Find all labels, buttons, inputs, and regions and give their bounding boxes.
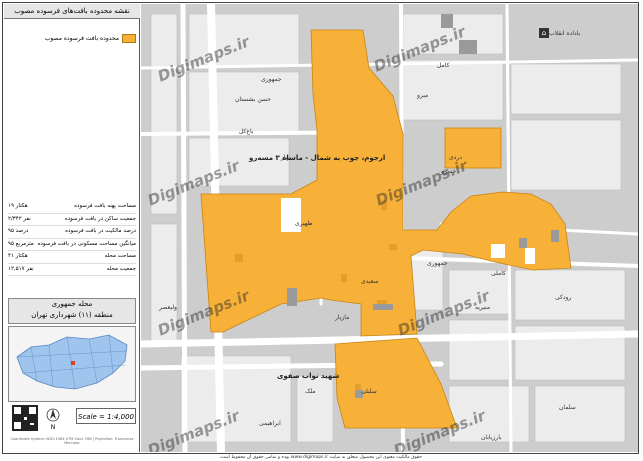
stats-label: مساحت محله	[104, 253, 136, 259]
street-label: باغ‌کل	[239, 128, 254, 135]
neighborhood-name: محله جمهوری	[51, 300, 93, 308]
inset-map-svg	[16, 334, 128, 390]
stats-row: ۹۵ درصد درصد مالکیت در بافت فرسوده	[8, 226, 136, 239]
stats-row: ۴۱ هکتار مساحت محله	[8, 251, 136, 264]
street-label: بارزیابان	[481, 434, 502, 441]
street-label: کامل	[437, 62, 450, 69]
stats-row: ۱۲,۵۱۷ نفر جمعیت محله	[8, 264, 136, 276]
map-canvas[interactable]: ⌂ ارجوم، جوب به شمال - ماساه ۳ مسه‌رو با…	[141, 4, 638, 452]
basemap-svg	[141, 4, 638, 452]
street-label: ابراهیمی	[259, 420, 281, 427]
street-label: ملک	[305, 388, 316, 395]
street-label: سلبلی	[361, 388, 377, 395]
north-label: N	[50, 424, 56, 431]
stats-label: مساحت پهنه بافت فرسوده	[74, 203, 136, 209]
stats-value: ۱۲,۵۱۷ نفر	[8, 265, 34, 272]
stats-row: ۲/۳۴۲ نفر جمعیت ساکن در بافت فرسوده	[8, 214, 136, 226]
stats-label: درصد مالکیت در بافت فرسوده	[65, 228, 136, 234]
stats-label: جمعیت محله	[106, 265, 136, 272]
street-label: سعیدی	[361, 278, 379, 285]
street-label: ولیعصر	[159, 304, 177, 311]
copyright-footer: حقوق مالکیت معنوی این محصول متعلق به سای…	[219, 455, 422, 460]
street-label: جمهوری	[427, 260, 448, 267]
qr-code-icon[interactable]	[12, 405, 38, 431]
legend-swatch	[122, 33, 136, 43]
stats-label: میانگین مساحت مسکونی در بافت فرسوده	[37, 240, 136, 247]
scale-box: Scale = 1:4,000	[76, 408, 136, 424]
locator-marker	[71, 361, 75, 365]
map-marker-icon: ⌂	[539, 28, 549, 38]
legend-label: محدوده بافت فرسوده مصوب	[44, 34, 119, 42]
street-label: حسن بشستان	[235, 96, 271, 103]
street-label: سلمان	[559, 404, 576, 411]
street-label: کاملی	[491, 270, 506, 277]
street-label: ظهیری	[295, 220, 313, 227]
stats-table: ۱۹ هکتار مساحت پهنه بافت فرسوده ۲/۳۴۲ نفر…	[8, 201, 136, 276]
legend-panel: نقشه محدوده بافت‌های فرسوده مصوب محدوده …	[4, 4, 140, 452]
stats-row: ۹۵ مترمربع میانگین مساحت مسکونی در بافت ف…	[8, 239, 136, 251]
street-label: میرو	[417, 92, 429, 99]
street-label: رودکی	[555, 294, 572, 301]
map-title: نقشه محدوده بافت‌های فرسوده مصوب	[4, 4, 140, 19]
stats-label: جمعیت ساکن در بافت فرسوده	[64, 215, 136, 222]
inset-locator-map	[8, 326, 136, 402]
street-label: جمهوری	[261, 76, 282, 83]
street-label: باداده انقلاب	[549, 30, 581, 37]
location-box: محله جمهوری منطقه (۱۱) شهرداری تهران	[8, 298, 136, 324]
district-name: منطقه (۱۱) شهرداری تهران	[31, 311, 113, 319]
street-label: مازیار	[335, 314, 350, 321]
north-arrow-icon: N	[46, 408, 60, 431]
stats-value: ۴۱ هکتار	[8, 253, 28, 259]
stats-value: ۹۵ مترمربع	[8, 240, 34, 247]
coordinate-note: Coordinate System: WGS 1984 UTM Zone 39N…	[10, 437, 134, 445]
street-label: بهار	[281, 154, 291, 161]
stats-value: ۲/۳۴۲ نفر	[8, 215, 31, 222]
stats-value: ۱۹ هکتار	[8, 203, 28, 209]
stats-value: ۹۵ درصد	[8, 228, 29, 234]
legend-entry: محدوده بافت فرسوده مصوب	[8, 32, 136, 44]
map-callout: ارجوم، جوب به شمال - ماساه ۳ مسه‌رو	[249, 154, 386, 162]
street-label: شهید نواب صفوی	[277, 372, 340, 380]
stats-row: ۱۹ هکتار مساحت پهنه بافت فرسوده	[8, 201, 136, 214]
